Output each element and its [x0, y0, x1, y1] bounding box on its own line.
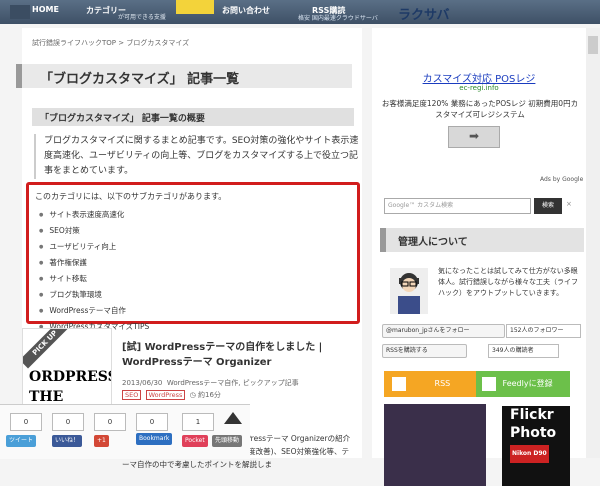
subcategory-box: このカテゴリには、以下のサブカテゴリがあります。 サイト表示速度高速化 SEO対…	[26, 182, 360, 331]
overview-heading: 「ブログカスタマイズ」 記事一覧の概要	[40, 114, 205, 124]
page-title: 「ブログカスタマイズ」 記事一覧	[40, 72, 240, 87]
share-bar: 0 0 0 0 1 ツイート いいね！ +1 Bookmark Pocket 先…	[0, 404, 250, 459]
feedly-button[interactable]: Feedlyに登録	[476, 371, 570, 397]
avatar	[390, 268, 428, 314]
rss-button-label: RSS	[434, 379, 451, 388]
rss-subscribe-button[interactable]: RSSを購読する	[382, 344, 467, 358]
nav-tagline: が可用できる支援	[118, 14, 166, 21]
rss-subscriber-count: 349人の購読者	[488, 344, 559, 358]
flickr-photo-image[interactable]	[384, 404, 486, 486]
subcategory-item[interactable]: ブログ執筆環境	[39, 287, 149, 303]
search-close-icon[interactable]: ×	[566, 200, 572, 208]
feedly-icon	[482, 377, 496, 391]
home-icon[interactable]	[10, 5, 30, 19]
overview-text: ブログカスタマイズに関するまとめ記事です。SEO対策の強化やサイト表示速度高速化…	[34, 134, 360, 179]
search-input[interactable]: Google™ カスタム検索	[384, 198, 531, 214]
follower-count: 152人のフォロワー	[506, 324, 581, 338]
tweet-count: 0	[10, 413, 42, 431]
like-count: 0	[52, 413, 84, 431]
search-button[interactable]: 検索	[534, 198, 562, 214]
banner-accent	[176, 0, 214, 14]
tag-seo[interactable]: SEO	[122, 390, 142, 400]
tag-wordpress[interactable]: WordPress	[145, 390, 186, 400]
banner-subtext: 格安 国内最速クラウドサーバ	[298, 15, 378, 22]
rss-button[interactable]: RSS	[384, 371, 476, 397]
subcategory-item[interactable]: WordPressテーマ自作	[39, 303, 149, 319]
arrow-right-icon: ➡	[469, 129, 480, 143]
admin-heading: 管理人について	[398, 237, 468, 248]
post-tags: SEO WordPress ◷ 約16分	[122, 390, 221, 400]
main-content: 試行錯誤ライフハックTOP > ブログカスタマイズ 「ブログカスタマイズ」 記事…	[16, 28, 362, 469]
gplus-count: 0	[94, 413, 126, 431]
flickr-line1: Flickr	[510, 407, 554, 423]
gplus-button[interactable]: +1	[94, 435, 109, 447]
subcategory-list: サイト表示速度高速化 SEO対策 ユーザビリティ向上 著作権保護 サイト移転 ブ…	[39, 207, 149, 335]
sidebar: カスマイズ対応 POSレジ ec-regi.info お客様満足度120% 業務…	[372, 28, 586, 486]
post-date: 2013/06/30	[122, 379, 163, 387]
read-time: 約16分	[198, 391, 221, 399]
flickr-banner[interactable]: Flickr Photo Nikon D90	[502, 406, 570, 486]
page-title-box: 「ブログカスタマイズ」 記事一覧	[16, 64, 352, 88]
bookmark-count: 0	[136, 413, 168, 431]
subcategory-item[interactable]: ユーザビリティ向上	[39, 239, 149, 255]
nav-contact[interactable]: お問い合わせ	[222, 5, 270, 16]
subcategory-item[interactable]: サイト移転	[39, 271, 149, 287]
admin-heading-box: 管理人について	[380, 228, 584, 252]
subcategory-item[interactable]: 著作権保護	[39, 255, 149, 271]
pickup-ribbon: PICK UP	[23, 329, 71, 369]
scroll-top-arrow-icon[interactable]	[224, 412, 242, 424]
header-bar: HOME カテゴリー が可用できる支援 お問い合わせ RSS購読 格安 国内最速…	[0, 0, 600, 24]
feedly-button-label: Feedlyに登録	[502, 379, 553, 388]
like-button[interactable]: いいね！	[52, 435, 83, 447]
twitter-follow-button[interactable]: @marubon_jpさんをフォロー	[382, 324, 505, 338]
post-categories[interactable]: WordPressテーマ自作, ピックアップ記事	[167, 379, 299, 387]
nav-home[interactable]: HOME	[32, 5, 59, 14]
banner-logo[interactable]: ラクサバ	[398, 4, 449, 23]
scrollbar-thumb[interactable]	[588, 36, 598, 54]
admin-text: 気になったことは試してみて仕方がない多眼体人。試行錯誤しながら様々な工夫（ライフ…	[438, 267, 578, 297]
subcategory-item[interactable]: サイト表示速度高速化	[39, 207, 149, 223]
ads-by-google[interactable]: Ads by Google	[540, 176, 583, 183]
clock-icon: ◷	[189, 391, 196, 399]
scroll-top-label[interactable]: 先頭移動	[212, 435, 243, 447]
ad-button[interactable]: ➡	[448, 126, 500, 148]
flickr-line3: Nikon D90	[510, 445, 549, 463]
breadcrumb[interactable]: 試行錯誤ライフハックTOP > ブログカスタマイズ	[32, 38, 189, 48]
tweet-button[interactable]: ツイート	[6, 435, 37, 447]
overview-heading-box: 「ブログカスタマイズ」 記事一覧の概要	[32, 108, 354, 126]
bookmark-button[interactable]: Bookmark	[136, 433, 173, 445]
ad-text: お客様満足度120% 業務にあったPOSレジ 初期費用0円カスタマイズ可レジシス…	[381, 99, 579, 119]
subcategory-item[interactable]: SEO対策	[39, 223, 149, 239]
ad-url[interactable]: ec-regi.info	[372, 84, 586, 92]
scrollbar[interactable]	[586, 28, 600, 458]
flickr-line2: Photo	[510, 425, 557, 441]
pocket-count: 1	[182, 413, 214, 431]
rss-icon	[392, 377, 406, 391]
pocket-button[interactable]: Pocket	[182, 435, 208, 447]
post-title[interactable]: [試] WordPressテーマの自作をしました | WordPressテーマ …	[122, 340, 354, 370]
subcategory-intro: このカテゴリには、以下のサブカテゴリがあります。	[35, 192, 227, 201]
post-meta: 2013/06/30 WordPressテーマ自作, ピックアップ記事	[122, 378, 299, 388]
ad-title[interactable]: カスマイズ対応 POSレジ	[372, 70, 586, 85]
